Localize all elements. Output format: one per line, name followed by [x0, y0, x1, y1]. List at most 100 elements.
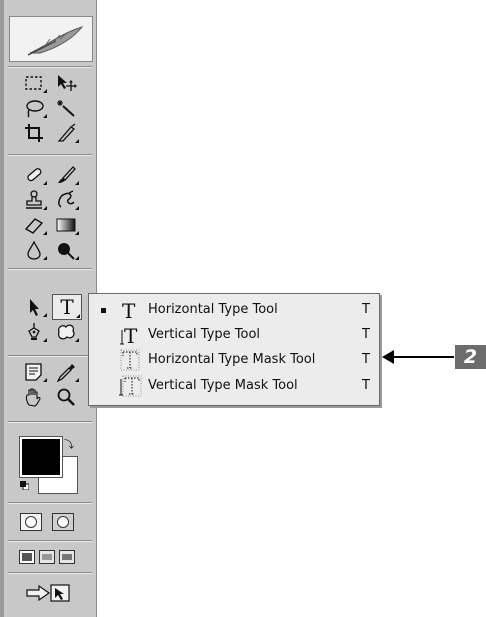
feather-logo[interactable]: [9, 16, 93, 62]
callout-arrow-head-icon: [382, 350, 394, 364]
history-brush-icon: [58, 190, 75, 208]
separator: [8, 66, 92, 68]
toolbox-panel: T ⤵: [0, 0, 97, 617]
horizontal-type-icon: T: [122, 299, 136, 321]
menu-item-shortcut: T: [362, 352, 370, 367]
submenu-indicator: [75, 378, 79, 382]
foreground-color-swatch[interactable]: [19, 436, 63, 478]
eyedropper-tool[interactable]: [52, 361, 80, 383]
rectangular-marquee-icon: [25, 76, 42, 90]
eraser-tool[interactable]: [20, 214, 48, 236]
gradient-icon: [56, 218, 76, 232]
submenu-indicator: [75, 256, 79, 260]
submenu-indicator: [75, 338, 79, 342]
eraser-icon: [24, 218, 44, 234]
standard-mode-button[interactable]: [20, 513, 42, 531]
screen-mode-icon: [42, 554, 52, 560]
custom-shape-tool[interactable]: [52, 321, 80, 343]
submenu-indicator: [43, 378, 47, 382]
magic-wand-icon: [57, 100, 75, 117]
full-screen-menu-mode-button[interactable]: [39, 550, 55, 564]
healing-brush-tool[interactable]: [20, 164, 48, 186]
submenu-indicator: [75, 206, 79, 210]
separator: [8, 421, 92, 423]
lasso-icon: [26, 100, 44, 118]
gradient-tool[interactable]: [52, 214, 80, 236]
submenu-indicator: [43, 114, 47, 118]
magic-wand-tool[interactable]: [52, 97, 80, 119]
submenu-indicator: [75, 181, 79, 185]
standard-mode-icon: [25, 516, 37, 528]
screen-mode-icon: [22, 553, 32, 561]
crop-icon: [25, 124, 43, 142]
menu-item-horizontal-type-tool[interactable]: T Horizontal Type Tool T: [89, 298, 379, 322]
rectangular-marquee-tool[interactable]: [20, 72, 48, 94]
type-icon: T: [60, 295, 74, 319]
swap-colors-icon[interactable]: ⤵: [64, 436, 74, 451]
menu-item-shortcut: T: [362, 327, 370, 342]
clone-stamp-icon: [26, 190, 42, 209]
callout-arrow-line: [392, 356, 454, 358]
type-tool[interactable]: T: [52, 294, 82, 320]
horizontal-type-mask-icon: [120, 349, 140, 371]
move-icon: [58, 75, 77, 91]
zoom-icon: [57, 388, 75, 406]
lasso-tool[interactable]: [20, 97, 48, 119]
crop-tool[interactable]: [20, 122, 48, 144]
dodge-tool[interactable]: [52, 239, 80, 261]
submenu-indicator: [43, 338, 47, 342]
pen-tool[interactable]: [20, 321, 48, 343]
full-screen-mode-button[interactable]: [59, 550, 75, 564]
selected-bullet-icon: [101, 308, 106, 313]
eyedropper-icon: [56, 364, 75, 382]
step-number-badge: 2: [455, 345, 486, 369]
submenu-indicator: [43, 256, 47, 260]
quick-mask-icon: [57, 516, 69, 528]
hand-icon: [25, 388, 41, 407]
screen-mode-icon: [62, 554, 72, 560]
zoom-tool[interactable]: [52, 386, 80, 408]
submenu-indicator: [43, 313, 47, 317]
blur-tool[interactable]: [20, 239, 48, 261]
separator: [8, 268, 92, 270]
vertical-type-mask-icon: [119, 375, 142, 397]
jump-to-imageready-button[interactable]: [25, 582, 75, 604]
healing-brush-icon: [27, 168, 42, 182]
quick-mask-mode-button[interactable]: [52, 513, 74, 531]
menu-item-label: Vertical Type Mask Tool: [148, 378, 298, 393]
hand-tool[interactable]: [20, 386, 48, 408]
default-colors-icon[interactable]: [20, 481, 29, 490]
feather-icon: [27, 26, 84, 56]
menu-item-label: Horizontal Type Tool: [148, 302, 278, 317]
menu-item-shortcut: T: [362, 378, 370, 393]
separator: [8, 540, 92, 542]
clone-stamp-tool[interactable]: [20, 189, 48, 211]
separator: [8, 502, 92, 504]
svg-text:T: T: [124, 324, 138, 346]
brush-tool[interactable]: [52, 164, 80, 186]
submenu-indicator: [43, 181, 47, 185]
menu-item-shortcut: T: [362, 302, 370, 317]
separator: [8, 572, 92, 574]
submenu-indicator: [75, 231, 79, 235]
menu-item-vertical-type-mask-tool[interactable]: Vertical Type Mask Tool T: [89, 374, 379, 398]
menu-item-label: Horizontal Type Mask Tool: [148, 352, 316, 367]
submenu-indicator: [76, 314, 80, 318]
notes-tool[interactable]: [20, 361, 48, 383]
menu-item-horizontal-type-mask-tool[interactable]: Horizontal Type Mask Tool T: [89, 348, 379, 372]
slice-icon: [57, 123, 76, 142]
path-selection-tool[interactable]: [20, 296, 48, 318]
menu-item-vertical-type-tool[interactable]: T Vertical Type Tool T: [89, 323, 379, 347]
notes-icon: [25, 363, 42, 381]
type-tool-flyout-menu: T Horizontal Type Tool T T Vertical Type…: [88, 293, 380, 406]
submenu-indicator: [43, 231, 47, 235]
history-brush-tool[interactable]: [52, 189, 80, 211]
path-selection-icon: [30, 299, 39, 316]
submenu-indicator: [75, 139, 79, 143]
slice-tool[interactable]: [52, 122, 80, 144]
move-tool[interactable]: [52, 72, 80, 94]
standard-screen-mode-button[interactable]: [19, 550, 35, 564]
submenu-indicator: [43, 89, 47, 93]
separator: [8, 154, 92, 156]
custom-shape-icon: [57, 324, 75, 340]
